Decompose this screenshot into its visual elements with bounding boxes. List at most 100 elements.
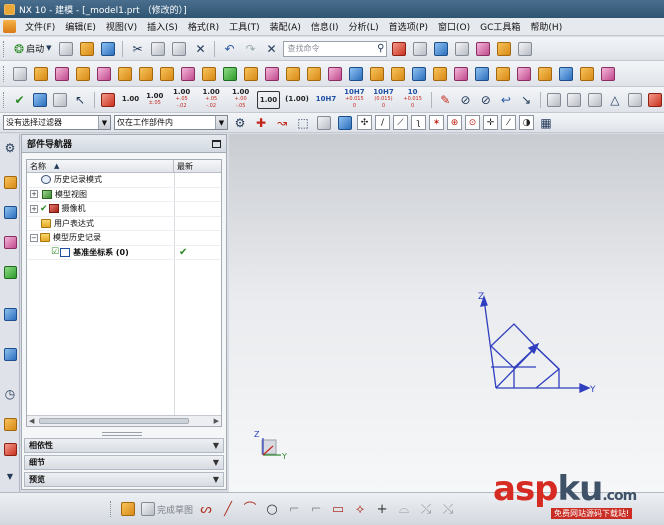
- datum-plane-yz[interactable]: [535, 346, 560, 388]
- draft-button[interactable]: [410, 65, 428, 83]
- snap-point-on-curve[interactable]: ⁄: [501, 115, 516, 130]
- web-browser-tab[interactable]: [2, 304, 18, 324]
- paste-button[interactable]: [170, 40, 188, 58]
- dim-fit-3[interactable]: 10H7 (0.015) 0: [371, 89, 397, 110]
- reuse-library-tab[interactable]: [2, 262, 18, 282]
- tree-row-cameras[interactable]: + ✔ 摄像机: [27, 202, 221, 217]
- select-all-button[interactable]: [315, 114, 333, 132]
- menu-file[interactable]: 文件(F): [20, 20, 60, 33]
- mirror-button[interactable]: [452, 65, 470, 83]
- expand-toggle[interactable]: +: [30, 190, 38, 199]
- fillet-button[interactable]: ⌐: [285, 500, 303, 518]
- sew-button[interactable]: [578, 65, 596, 83]
- line-button[interactable]: ╱: [219, 500, 237, 518]
- datum-csys[interactable]: [480, 295, 591, 394]
- dim-fit-4[interactable]: 10 +0.015 0: [400, 89, 426, 110]
- measure-button[interactable]: ✎: [437, 91, 454, 109]
- offset-curve-button[interactable]: ⌓: [395, 500, 413, 518]
- tree-row-datum-csys[interactable]: ☑ 基准坐标系 (0) ✔: [27, 246, 221, 260]
- scroll-thumb[interactable]: [39, 418, 189, 424]
- slot-button[interactable]: [242, 65, 260, 83]
- fit-view-button[interactable]: [390, 40, 408, 58]
- dim-format-5[interactable]: 1.00 +.00 -.05: [227, 89, 253, 110]
- roles-tab[interactable]: [2, 439, 18, 459]
- trim-body-button[interactable]: [473, 65, 491, 83]
- section-dependencies[interactable]: 相依性 ▼: [24, 438, 224, 453]
- resource-settings-button[interactable]: ⚙: [2, 138, 18, 158]
- dim-fit-1[interactable]: 10H7: [314, 91, 338, 109]
- surface-button[interactable]: [557, 65, 575, 83]
- delete-button[interactable]: ✕: [191, 40, 209, 58]
- column-name[interactable]: 名称 ▲: [27, 160, 174, 172]
- undo-button[interactable]: ↶: [220, 40, 238, 58]
- cylinder-button[interactable]: [95, 65, 113, 83]
- snap-tangent[interactable]: ⊙: [465, 115, 480, 130]
- snap-curve[interactable]: ʅ: [411, 115, 426, 130]
- pad-button[interactable]: [221, 65, 239, 83]
- triangle-button[interactable]: △: [606, 91, 623, 109]
- snap-line[interactable]: /: [375, 115, 390, 130]
- dim-format-3[interactable]: 1.00 +.05 -.02: [168, 89, 194, 110]
- toolbar-grip[interactable]: [3, 40, 6, 57]
- layer-button[interactable]: [51, 91, 68, 109]
- save-button[interactable]: [99, 40, 117, 58]
- graphics-canvas[interactable]: Z Y Z Y: [229, 134, 664, 492]
- toolbar-grip[interactable]: [3, 65, 6, 82]
- snap-quadrant[interactable]: ◑: [519, 115, 534, 130]
- section-preview[interactable]: 预览 ▼: [24, 472, 224, 487]
- dim-fit-2[interactable]: 10H7 +0.015 0: [341, 89, 367, 110]
- subtract-button[interactable]: [305, 65, 323, 83]
- tree-row-model-views[interactable]: + 模型视图: [27, 188, 221, 202]
- hole-button[interactable]: [158, 65, 176, 83]
- snap-midpoint[interactable]: ⟋: [393, 115, 408, 130]
- type-filter-select[interactable]: 没有选择过滤器 ▼: [3, 115, 111, 130]
- start-button[interactable]: ❂ 启动 ▼: [11, 40, 54, 58]
- orient-view-button[interactable]: [411, 40, 429, 58]
- menu-analysis[interactable]: 分析(L): [344, 20, 384, 33]
- toolbar-grip[interactable]: [110, 501, 113, 517]
- revolve-button[interactable]: [53, 65, 71, 83]
- render-style-button[interactable]: [432, 40, 450, 58]
- pmi-tool-button[interactable]: [31, 91, 48, 109]
- check-button[interactable]: ✔: [11, 91, 28, 109]
- dim-format-reference[interactable]: (1.00): [283, 91, 311, 109]
- polygon-button[interactable]: ⟡: [351, 500, 369, 518]
- copy-button[interactable]: [149, 40, 167, 58]
- settings-button[interactable]: ⚙: [231, 114, 249, 132]
- select-box-button[interactable]: ⬚: [294, 114, 312, 132]
- menu-help[interactable]: 帮助(H): [525, 20, 567, 33]
- section-details[interactable]: 细节 ▼: [24, 455, 224, 470]
- sketch-button[interactable]: [11, 65, 29, 83]
- scale-button[interactable]: [536, 65, 554, 83]
- command-search-input[interactable]: 查找命令 ⚲: [283, 40, 388, 57]
- rectangle-button[interactable]: ▭: [329, 500, 347, 518]
- trim-button[interactable]: ⤯: [417, 500, 435, 518]
- history-tab[interactable]: ◷: [2, 384, 18, 404]
- graphics-window[interactable]: Z Y Z Y: [229, 134, 664, 492]
- dim-format-1[interactable]: 1.00: [120, 91, 141, 109]
- dim-format-basic[interactable]: 1.00: [256, 90, 281, 109]
- scroll-left-icon[interactable]: ◀: [29, 417, 34, 425]
- menu-tools[interactable]: 工具(T): [224, 20, 265, 33]
- edge-blend-button[interactable]: [347, 65, 365, 83]
- body-filter-button[interactable]: [336, 114, 354, 132]
- datum-csys-button[interactable]: [586, 91, 603, 109]
- more-features-button[interactable]: [599, 65, 617, 83]
- datum-plane-button[interactable]: [546, 91, 563, 109]
- flip-button[interactable]: ⊘: [477, 91, 494, 109]
- unite-button[interactable]: [284, 65, 302, 83]
- extend-button[interactable]: ⤯: [439, 500, 457, 518]
- profile-button[interactable]: ᔕ: [197, 500, 215, 518]
- wcs-button[interactable]: [474, 40, 492, 58]
- snap-view-button[interactable]: [495, 40, 513, 58]
- pocket-button[interactable]: [200, 65, 218, 83]
- toolbar-grip[interactable]: [3, 91, 6, 108]
- scroll-right-icon[interactable]: ▶: [214, 417, 219, 425]
- snap-arc-center[interactable]: ⊕: [447, 115, 462, 130]
- datum-axis-button[interactable]: [566, 91, 583, 109]
- menu-window[interactable]: 窗口(O): [433, 20, 475, 33]
- expand-toggle[interactable]: +: [30, 204, 38, 213]
- offset-face-button[interactable]: [494, 65, 512, 83]
- select-intent-button[interactable]: ✚: [252, 114, 270, 132]
- collapse-toggle[interactable]: −: [30, 233, 38, 242]
